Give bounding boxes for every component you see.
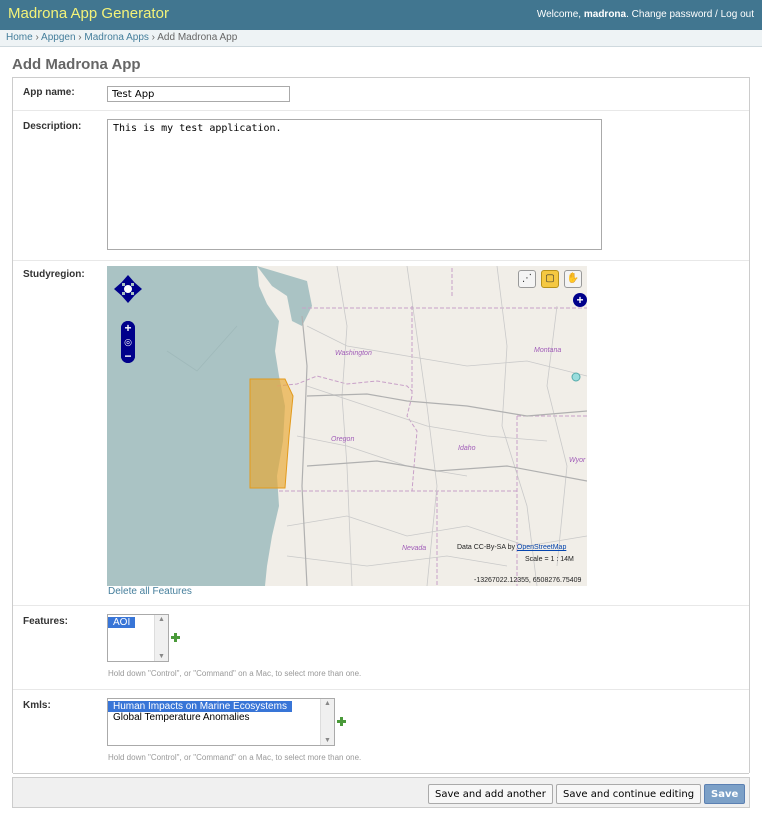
kmls-select[interactable]: Human Impacts on Marine Ecosystems Globa… — [107, 698, 335, 746]
scroll-down-icon[interactable]: ▼ — [158, 653, 165, 660]
add-kml-icon[interactable] — [337, 717, 346, 726]
roads — [286, 266, 587, 586]
world-icon[interactable]: ◎ — [121, 335, 135, 349]
description-textarea[interactable]: This is my test application. — [107, 119, 602, 250]
map-attribution: Data CC-By-SA by OpenStreetMap — [457, 544, 567, 551]
save-button[interactable]: Save — [704, 784, 746, 804]
map-label-nevada: Nevada — [402, 545, 427, 552]
kmls-option[interactable]: Human Impacts on Marine Ecosystems — [108, 701, 292, 712]
map-coordinates: -13267022.12355, 6508276.75409 — [474, 577, 582, 584]
map-label-wyoming: Wyor — [569, 457, 586, 464]
map-label-idaho: Idaho — [458, 445, 476, 452]
delete-all-features-link[interactable]: Delete all Features — [108, 586, 192, 597]
kmls-option[interactable]: Global Temperature Anomalies — [108, 712, 334, 723]
study-region-map[interactable]: + ◎ − ⋰ ▢ ✋ + Washington Montana Oregon … — [107, 266, 587, 586]
scroll-up-icon[interactable]: ▲ — [324, 700, 331, 707]
user-tools: Welcome, madrona. Change password / Log … — [536, 9, 754, 20]
draw-polygon-icon[interactable]: ▢ — [541, 270, 559, 288]
welcome-text: Welcome, — [536, 9, 584, 20]
kmls-scrollbar[interactable]: ▲ ▼ — [320, 699, 334, 745]
breadcrumb-current: Add Madrona App — [157, 32, 238, 43]
kmls-options: Human Impacts on Marine Ecosystems Globa… — [108, 699, 334, 723]
username: madrona — [583, 9, 627, 20]
change-password-link[interactable]: Change password — [632, 9, 713, 20]
map-label-washington: Washington — [335, 350, 372, 357]
zoom-out-icon[interactable]: − — [121, 349, 135, 363]
features-help-text: Hold down "Control", or "Command" on a M… — [108, 669, 362, 678]
page-title: Add Madrona App — [12, 56, 141, 73]
pan-control[interactable] — [113, 274, 143, 304]
kmls-help-text: Hold down "Control", or "Command" on a M… — [108, 753, 362, 762]
save-and-add-another-button[interactable]: Save and add another — [428, 784, 553, 804]
header-bar: Madrona App Generator Welcome, madrona. … — [0, 0, 762, 30]
openstreetmap-link[interactable]: OpenStreetMap — [517, 544, 566, 551]
layer-switcher-icon[interactable]: + — [573, 293, 587, 307]
pan-hand-icon[interactable]: ✋ — [564, 270, 582, 288]
description-label: Description: — [23, 121, 82, 132]
add-feature-icon[interactable] — [171, 633, 180, 642]
app-name-input[interactable] — [107, 86, 290, 102]
pan-arrows-icon[interactable] — [113, 274, 143, 304]
map-canvas — [107, 266, 587, 586]
features-select[interactable]: AOI ▲ ▼ — [107, 614, 169, 662]
submit-row: Save and add another Save and continue e… — [12, 777, 750, 808]
app-name-label: App name: — [23, 87, 75, 98]
breadcrumb: Home › Appgen › Madrona Apps › Add Madro… — [0, 30, 762, 47]
scroll-up-icon[interactable]: ▲ — [158, 616, 165, 623]
map-label-montana: Montana — [534, 347, 562, 354]
studyregion-label: Studyregion: — [23, 269, 85, 280]
kmls-label: Kmls: — [23, 700, 51, 711]
draw-point-icon[interactable]: ⋰ — [518, 270, 536, 288]
aoi-polygon — [249, 378, 294, 489]
breadcrumb-appgen[interactable]: Appgen — [41, 32, 75, 43]
features-option[interactable]: AOI — [108, 617, 136, 628]
zoom-in-icon[interactable]: + — [121, 321, 135, 335]
scroll-down-icon[interactable]: ▼ — [324, 737, 331, 744]
features-scrollbar[interactable]: ▲ ▼ — [154, 615, 168, 661]
site-branding: Madrona App Generator — [8, 5, 169, 22]
logout-link[interactable]: Log out — [721, 9, 754, 20]
map-marker — [571, 372, 581, 382]
save-and-continue-button[interactable]: Save and continue editing — [556, 784, 702, 804]
breadcrumb-madrona-apps[interactable]: Madrona Apps — [84, 32, 149, 43]
features-label: Features: — [23, 616, 69, 627]
map-scale: Scale = 1 : 14M — [525, 556, 574, 563]
map-label-oregon: Oregon — [331, 436, 355, 443]
breadcrumb-home[interactable]: Home — [6, 32, 33, 43]
